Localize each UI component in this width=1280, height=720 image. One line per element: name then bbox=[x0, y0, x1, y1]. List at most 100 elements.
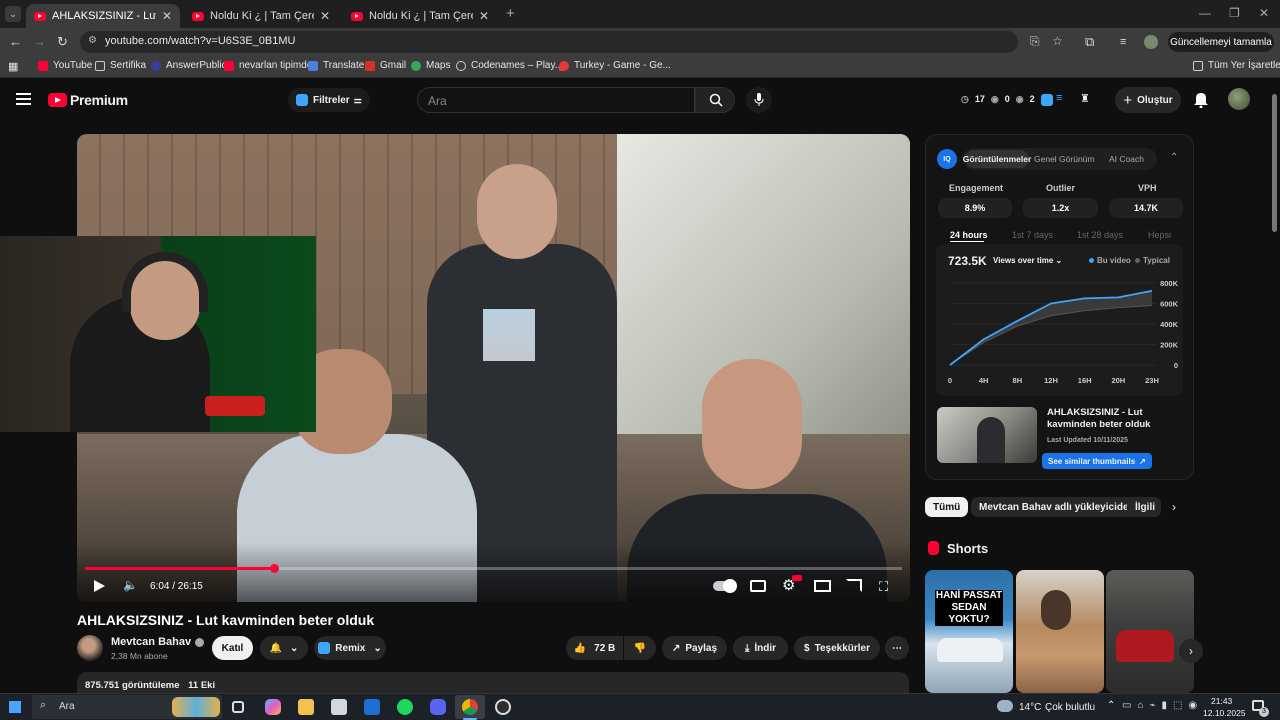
collapse-icon[interactable]: ⌃ bbox=[1170, 152, 1178, 163]
chip-uploader[interactable]: Mevtcan Bahav adlı yükleyiciden bbox=[971, 497, 1143, 517]
channel-avatar[interactable] bbox=[77, 635, 103, 661]
bookmark-turkey[interactable]: Turkey - Game - Ge... bbox=[559, 60, 671, 71]
autoplay-toggle[interactable] bbox=[713, 579, 737, 593]
short-thumbnail[interactable] bbox=[1106, 570, 1194, 693]
share-button[interactable]: ↗ Paylaş bbox=[662, 636, 727, 660]
close-tab-icon[interactable]: ✕ bbox=[162, 9, 172, 23]
thanks-button[interactable]: $ Teşekkürler bbox=[794, 636, 880, 660]
weather-temp[interactable]: 14°C bbox=[1019, 702, 1041, 713]
account-avatar[interactable] bbox=[1228, 88, 1250, 110]
channel-name[interactable]: Mevtcan Bahav bbox=[111, 636, 205, 648]
volume-icon[interactable]: 🔈 bbox=[123, 578, 138, 592]
apps-icon[interactable]: ▦ bbox=[8, 60, 18, 73]
bookmark-nevarlan[interactable]: nevarlan tipimde bbox=[224, 60, 312, 71]
search-button[interactable] bbox=[695, 87, 735, 113]
cast-icon[interactable] bbox=[846, 579, 862, 592]
description-box[interactable]: 875.751 görüntüleme 11 Eki bbox=[77, 672, 909, 694]
bookmark-youtube[interactable]: YouTube bbox=[38, 60, 92, 71]
page-scrollbar[interactable] bbox=[1272, 94, 1277, 232]
minimize-icon[interactable]: — bbox=[1199, 6, 1211, 20]
chrome-icon[interactable] bbox=[462, 699, 478, 715]
taskbar-search[interactable]: ⌕ Ara bbox=[32, 695, 222, 719]
clock-date[interactable]: 12.10.2025 bbox=[1203, 708, 1246, 718]
browser-tab[interactable]: Noldu Ki ¿ | Tam Çerezlik | #248 ✕ bbox=[343, 4, 497, 28]
windows-start-icon[interactable] bbox=[9, 701, 21, 713]
range-24h[interactable]: 24 hours bbox=[950, 230, 988, 240]
site-info-icon[interactable]: ⚙ bbox=[88, 35, 97, 46]
iq-tab-overview[interactable]: Genel Görünüm bbox=[1034, 154, 1094, 164]
theater-mode-icon[interactable] bbox=[814, 580, 831, 592]
store-icon[interactable] bbox=[331, 699, 347, 715]
discord-icon[interactable] bbox=[430, 699, 446, 715]
all-bookmarks[interactable]: Tüm Yer İşaretleri bbox=[1193, 60, 1280, 71]
download-button[interactable]: ⤓ İndir bbox=[733, 636, 788, 660]
join-button[interactable]: Katıl bbox=[212, 636, 253, 660]
reload-icon[interactable]: ↻ bbox=[57, 35, 68, 49]
list-icon[interactable]: ≡ bbox=[1056, 92, 1062, 104]
dislike-button[interactable]: 👎 bbox=[624, 636, 656, 660]
copilot-icon[interactable] bbox=[265, 699, 281, 715]
youtube-logo[interactable]: Premium bbox=[48, 92, 128, 108]
browser-tab[interactable]: Noldu Ki ¿ | Tam Çerezlik | #247 ✕ bbox=[184, 4, 338, 28]
restore-icon[interactable]: ❐ bbox=[1229, 6, 1240, 20]
subtitles-icon[interactable] bbox=[750, 580, 766, 592]
short-thumbnail[interactable]: HANİ PASSAT SEDAN YOKTU? bbox=[925, 570, 1013, 693]
filters-button[interactable]: Filtreler ⚌ bbox=[288, 88, 370, 112]
spotify-icon[interactable] bbox=[397, 699, 413, 715]
new-tab-icon[interactable]: + bbox=[506, 5, 515, 22]
back-icon[interactable]: ← bbox=[9, 35, 22, 49]
browser-tab-active[interactable]: AHLAKSIZSINIZ - Lut kavminden beter ✕ bbox=[26, 4, 180, 28]
iq-extension-icon[interactable] bbox=[1041, 94, 1053, 106]
more-actions-button[interactable]: ⋯ bbox=[885, 636, 909, 660]
fullscreen-icon[interactable]: ⛶ bbox=[879, 579, 888, 595]
similar-thumbnail[interactable] bbox=[937, 407, 1037, 463]
mic-button[interactable] bbox=[746, 87, 772, 113]
like-button[interactable]: 👍 72 B bbox=[566, 636, 623, 660]
bookmark-gmail[interactable]: Gmail bbox=[365, 60, 406, 71]
bookmark-maps[interactable]: Maps bbox=[411, 60, 450, 71]
search-input[interactable]: Ara bbox=[417, 87, 695, 113]
short-thumbnail[interactable] bbox=[1016, 570, 1104, 693]
file-explorer-icon[interactable] bbox=[298, 699, 314, 715]
menu-icon[interactable] bbox=[16, 93, 31, 105]
range-28d[interactable]: 1st 28 days bbox=[1077, 230, 1123, 240]
address-bar[interactable]: ⚙ youtube.com/watch?v=U6S3E_0B1MU ⎘ ☆ bbox=[80, 31, 1063, 53]
range-all[interactable]: Hepsi bbox=[1148, 230, 1171, 240]
similar-thumbnails-button[interactable]: See similar thumbnails ↗ bbox=[1042, 453, 1152, 469]
bookmark-translate[interactable]: Translate bbox=[308, 60, 364, 71]
notifications-icon[interactable] bbox=[1193, 91, 1209, 108]
obs-icon[interactable] bbox=[495, 699, 511, 715]
install-app-icon[interactable]: ⎘ bbox=[1030, 34, 1040, 49]
remix-button[interactable]: Remix ⌄ bbox=[314, 636, 386, 660]
close-tab-icon[interactable]: ✕ bbox=[320, 9, 330, 23]
progress-scrubber[interactable] bbox=[269, 564, 279, 573]
tab-search-icon[interactable]: ⌄ bbox=[5, 6, 21, 22]
forward-icon[interactable]: → bbox=[33, 35, 46, 49]
iq-tab-ai-coach[interactable]: AI Coach bbox=[1109, 154, 1144, 164]
task-view-icon[interactable] bbox=[232, 701, 244, 713]
clock-time[interactable]: 21:43 bbox=[1211, 696, 1232, 706]
play-icon[interactable] bbox=[94, 580, 105, 592]
trophy-icon[interactable]: ♜ bbox=[1080, 92, 1090, 105]
tray-chevron-icon[interactable]: ⌃ bbox=[1107, 700, 1115, 711]
media-control-icon[interactable]: ≡ bbox=[1120, 35, 1126, 49]
close-window-icon[interactable]: ✕ bbox=[1259, 6, 1269, 20]
bookmark-codenames[interactable]: Codenames – Play... bbox=[456, 60, 563, 71]
create-button[interactable]: + Oluştur bbox=[1115, 87, 1181, 113]
weather-desc[interactable]: Çok bulutlu bbox=[1045, 702, 1095, 713]
profile-avatar[interactable] bbox=[1144, 35, 1158, 49]
chip-related[interactable]: İlgili bbox=[1127, 497, 1161, 517]
chips-next-icon[interactable]: › bbox=[1172, 500, 1176, 514]
bookmark-sertifika[interactable]: Sertifika bbox=[95, 60, 146, 71]
shorts-next-button[interactable]: › bbox=[1179, 639, 1203, 663]
iq-tab-views[interactable]: Görüntülenmeler bbox=[963, 150, 1031, 168]
close-tab-icon[interactable]: ✕ bbox=[479, 9, 489, 23]
bookmark-answerpublic[interactable]: AnswerPublic bbox=[151, 60, 227, 71]
subscribe-bell-button[interactable]: 🔔 ⌄ bbox=[260, 636, 308, 660]
range-7d[interactable]: 1st 7 days bbox=[1012, 230, 1053, 240]
chip-all[interactable]: Tümü bbox=[925, 497, 969, 517]
extensions-icon[interactable]: ⧉ bbox=[1085, 35, 1094, 49]
outlook-icon[interactable] bbox=[364, 699, 380, 715]
bookmark-star-icon[interactable]: ☆ bbox=[1052, 34, 1063, 48]
update-button[interactable]: Güncellemeyi tamamla bbox=[1168, 32, 1274, 52]
